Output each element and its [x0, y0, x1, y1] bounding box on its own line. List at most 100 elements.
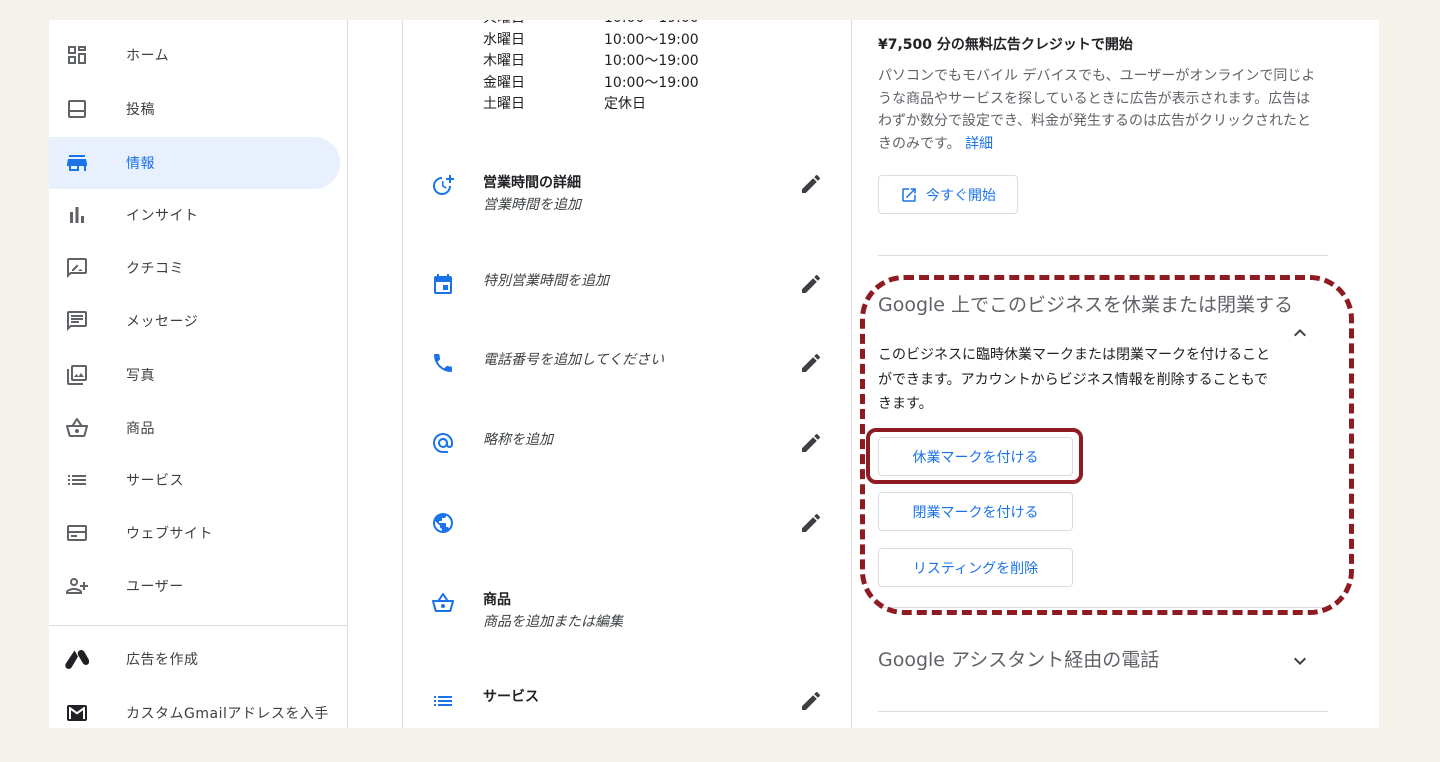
photo-icon [65, 363, 89, 387]
hours-row: 火曜日10:00～19:00 [483, 20, 699, 30]
website-icon [65, 521, 89, 545]
sidebar-item-messages[interactable]: メッセージ [49, 295, 340, 347]
sidebar-item-users[interactable]: ユーザー [49, 560, 340, 612]
remove-listing-button[interactable]: リスティングを削除 [878, 548, 1073, 587]
hours-row: 木曜日 10:00～19:00 [483, 51, 699, 73]
google-ads-icon [65, 647, 89, 671]
chevron-up-icon[interactable] [1288, 321, 1312, 345]
hours-row: 土曜日 定休日 [483, 94, 699, 116]
short-name-sub: 略称を追加 [483, 432, 553, 448]
chevron-down-icon[interactable] [1288, 649, 1312, 673]
sidebar-item-label: 情報 [126, 156, 155, 172]
dashboard-icon [65, 43, 89, 67]
pencil-icon[interactable] [799, 351, 823, 375]
start-now-button[interactable]: 今すぐ開始 [878, 175, 1018, 214]
sidebar-item-label: 写真 [126, 368, 155, 384]
hours-time: 10:00～19:00 [604, 31, 699, 48]
list-icon [65, 468, 89, 492]
review-icon [65, 256, 89, 280]
more-hours-sub: 営業時間を追加 [483, 197, 581, 213]
bar-chart-icon [65, 203, 89, 227]
special-hours-sub: 特別営業時間を追加 [483, 273, 609, 289]
promo-body-text: パソコンでもモバイル デバイスでも、ユーザーがオンラインで同じような商品やサービ… [878, 68, 1316, 152]
business-hours-list: 火曜日10:00～19:00 水曜日10:00～19:00 木曜日10:00～1… [483, 20, 699, 116]
hours-row: 金曜日 10:00～19:00 [483, 73, 699, 95]
add-user-icon [65, 574, 89, 598]
basket-icon [65, 416, 89, 440]
sidebar-item-label: 投稿 [126, 102, 155, 118]
sidebar-divider [49, 625, 347, 626]
pencil-icon[interactable] [799, 511, 823, 535]
sidebar-item-home[interactable]: ホーム [49, 29, 340, 81]
learn-more-link[interactable]: 詳細 [965, 136, 993, 152]
sidebar-item-label: ウェブサイト [126, 526, 213, 542]
message-icon [65, 309, 89, 333]
hours-day: 土曜日 [483, 96, 525, 112]
more-hours-title: 営業時間の詳細 [483, 175, 581, 191]
sidebar-item-services[interactable]: サービス [49, 454, 340, 506]
mark-temporarily-closed-button[interactable]: 休業マークを付ける [878, 437, 1073, 476]
sidebar-item-insights[interactable]: インサイト [49, 189, 340, 241]
storefront-icon [65, 151, 89, 175]
promo-body: パソコンでもモバイル デバイスでも、ユーザーがオンラインで同じような商品やサービ… [878, 65, 1318, 155]
section-divider [878, 711, 1328, 712]
business-info-column: 火曜日10:00～19:00 水曜日10:00～19:00 木曜日10:00～1… [402, 20, 852, 728]
sidebar-item-label: インサイト [126, 208, 199, 224]
sidebar-item-label: 広告を作成 [126, 652, 199, 668]
mark-permanently-closed-button[interactable]: 閉業マークを付ける [878, 492, 1073, 531]
clock-add-icon [431, 174, 455, 198]
promo-title: ¥7,500 分の無料広告クレジットで開始 [878, 37, 1133, 53]
sidebar-item-label: メッセージ [126, 314, 199, 330]
sidebar-item-create-ad[interactable]: 広告を作成 [49, 633, 340, 685]
hours-row: 水曜日 10:00～19:00 [483, 30, 699, 52]
products-title: 商品 [483, 592, 511, 608]
temp-close-label: 休業マークを付ける [912, 449, 1039, 466]
sidebar-item-products[interactable]: 商品 [49, 402, 340, 454]
basket-icon [431, 591, 455, 615]
sidebar-item-photos[interactable]: 写真 [49, 349, 340, 401]
sidebar-item-label: クチコミ [126, 261, 184, 277]
phone-icon [431, 351, 455, 375]
products-sub: 商品を追加または編集 [483, 614, 623, 630]
pencil-icon[interactable] [799, 272, 823, 296]
sidebar-item-website[interactable]: ウェブサイト [49, 507, 340, 559]
hours-day: 木曜日 [483, 53, 525, 69]
assistant-calls-section-title[interactable]: Google アシスタント経由の電話 [878, 645, 1159, 672]
section-divider [878, 255, 1328, 256]
hours-time: 10:00～19:00 [604, 20, 699, 30]
hours-time: 10:00～19:00 [604, 53, 699, 69]
hours-day: 水曜日 [483, 31, 525, 48]
close-business-section-title[interactable]: Google 上でこのビジネスを休業または閉業する [878, 290, 1293, 317]
list-icon [431, 689, 455, 713]
gmail-icon [65, 701, 89, 725]
post-icon [65, 97, 89, 121]
sidebar-item-label: カスタムGmailアドレスを入手 [126, 706, 329, 722]
sidebar-item-posts[interactable]: 投稿 [49, 83, 340, 135]
app-window: ホーム 投稿 情報 インサイト クチコミ メッセージ 写真 商品 サービス ウェ… [49, 20, 1379, 728]
remove-listing-label: リスティングを削除 [912, 560, 1039, 577]
pencil-icon[interactable] [799, 172, 823, 196]
sidebar-item-label: 商品 [126, 421, 155, 437]
at-sign-icon [431, 431, 455, 455]
sidebar: ホーム 投稿 情報 インサイト クチコミ メッセージ 写真 商品 サービス ウェ… [49, 20, 348, 728]
sidebar-item-reviews[interactable]: クチコミ [49, 242, 340, 294]
services-title: サービス [483, 689, 539, 705]
sidebar-item-gmail[interactable]: カスタムGmailアドレスを入手 [49, 687, 340, 728]
globe-icon [431, 511, 455, 535]
hours-time: 10:00～19:00 [604, 74, 699, 91]
start-now-label: 今すぐ開始 [926, 187, 996, 204]
hours-time: 定休日 [604, 96, 646, 112]
section-divider [878, 607, 1328, 608]
sidebar-item-label: サービス [126, 473, 184, 489]
sidebar-item-label: ユーザー [126, 579, 184, 595]
sidebar-item-info[interactable]: 情報 [49, 137, 340, 189]
open-external-icon [902, 187, 916, 202]
pencil-icon[interactable] [799, 431, 823, 455]
hours-day: 火曜日 [483, 20, 604, 30]
sidebar-item-label: ホーム [126, 48, 170, 64]
perm-close-label: 閉業マークを付ける [912, 504, 1039, 521]
phone-sub: 電話番号を追加してください [483, 352, 665, 368]
side-panel: ¥7,500 分の無料広告クレジットで開始 パソコンでもモバイル デバイスでも、… [878, 20, 1328, 728]
pencil-icon[interactable] [799, 689, 823, 713]
close-business-description: このビジネスに臨時休業マークまたは閉業マークを付けることができます。アカウントか… [878, 347, 1270, 412]
